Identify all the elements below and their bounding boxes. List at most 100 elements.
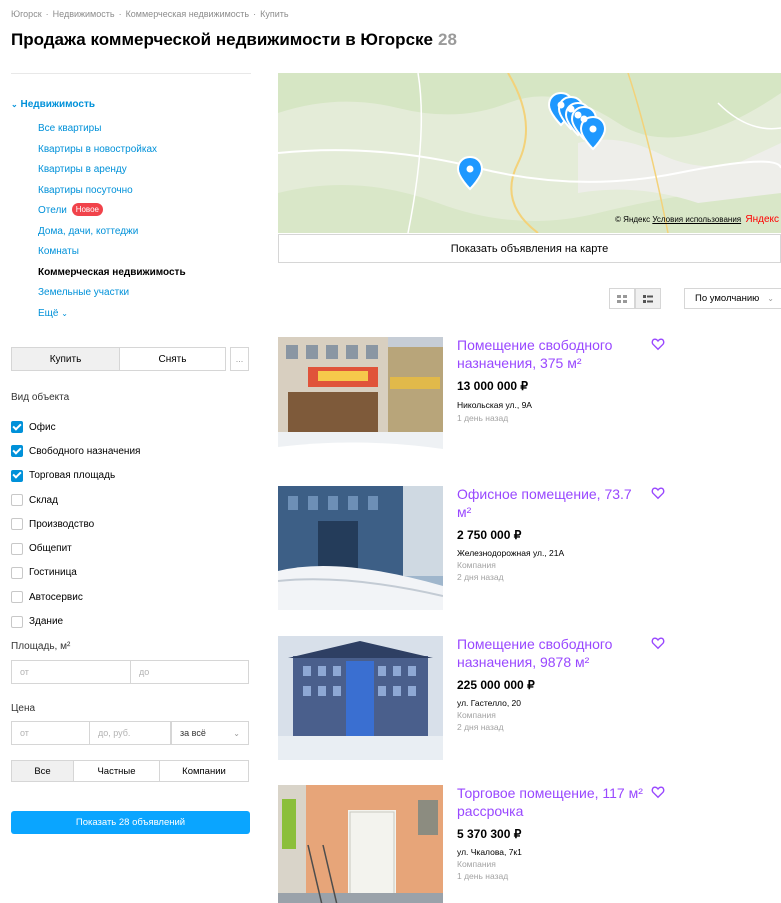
map-attribution: © Яндекс Условия использования Яндекс — [615, 214, 779, 225]
sidebar-item-rooms[interactable]: Комнаты — [38, 242, 186, 263]
object-type-label: Вид объекта — [11, 392, 70, 403]
checkbox-production[interactable]: Производство — [11, 512, 140, 536]
category-root-label: Недвижимость — [20, 99, 95, 110]
listing-time: 1 день назад — [457, 871, 509, 881]
owner-company-button[interactable]: Компании — [159, 760, 249, 782]
sidebar-divider — [11, 73, 251, 74]
price-range: за всё ⌄ — [11, 721, 249, 745]
price-to-input[interactable] — [89, 721, 171, 745]
checkbox-car-service[interactable]: Автосервис — [11, 585, 140, 609]
listing-title[interactable]: Офисное помещение, 73.7 м² — [457, 485, 647, 521]
listing-card[interactable]: Помещение свободного назначения, 375 м² … — [278, 337, 781, 461]
sidebar-item-all-flats[interactable]: Все квартиры — [38, 119, 186, 140]
checkbox-warehouse[interactable]: Склад — [11, 488, 140, 512]
listing-address: Никольская ул., 9А — [457, 400, 532, 410]
listing-photo[interactable] — [278, 486, 443, 610]
checkbox-building[interactable]: Здание — [11, 609, 140, 633]
checkbox-unchecked-icon — [11, 518, 23, 531]
sort-value: По умолчанию — [695, 293, 760, 304]
breadcrumb-item[interactable]: Югорск — [11, 9, 42, 19]
show-results-button[interactable]: Показать 28 объявлений — [11, 811, 250, 834]
checkbox-checked-icon — [11, 469, 23, 482]
listing-photo[interactable] — [278, 337, 443, 461]
checkbox-label: Торговая площадь — [29, 470, 116, 482]
list-view-button[interactable] — [635, 288, 661, 309]
owner-private-button[interactable]: Частные — [73, 760, 159, 782]
area-from-input[interactable] — [11, 660, 130, 684]
price-label: Цена — [11, 703, 36, 714]
listing-company: Компания — [457, 560, 496, 570]
breadcrumb-item[interactable]: Недвижимость — [53, 9, 115, 19]
results-count: 28 — [438, 30, 457, 49]
listing-photo-image — [278, 636, 443, 760]
checkbox-retail[interactable]: Торговая площадь — [11, 464, 140, 488]
listing-time: 2 дня назад — [457, 722, 504, 732]
breadcrumb-item: Купить — [260, 9, 289, 19]
listing-title[interactable]: Торговое помещение, 117 м² рассрочка — [457, 784, 647, 820]
checkbox-catering[interactable]: Общепит — [11, 536, 140, 560]
category-list: Все квартиры Квартиры в новостройках Ква… — [38, 119, 186, 324]
area-to-input[interactable] — [130, 660, 249, 684]
sidebar-item-houses[interactable]: Дома, дачи, коттеджи — [38, 222, 186, 243]
listing-card[interactable]: Торговое помещение, 117 м² рассрочка 5 3… — [278, 785, 781, 903]
listing-photo-image — [278, 486, 443, 610]
checkbox-label: Здание — [29, 616, 64, 628]
sidebar-item-flats-daily[interactable]: Квартиры посуточно — [38, 181, 186, 202]
price-from-input[interactable] — [11, 721, 89, 745]
rent-button[interactable]: Снять — [119, 347, 226, 371]
checkbox-checked-icon — [11, 445, 23, 458]
heart-icon[interactable] — [651, 337, 665, 351]
map[interactable]: © Яндекс Условия использования Яндекс — [278, 73, 781, 233]
breadcrumb-item[interactable]: Коммерческая недвижимость — [126, 9, 250, 19]
yandex-logo: Яндекс — [745, 214, 779, 225]
grid-icon — [617, 294, 627, 303]
show-on-map-button[interactable]: Показать объявления на карте — [278, 234, 781, 263]
listing-title[interactable]: Помещение свободного назначения, 375 м² — [457, 336, 647, 372]
sort-select[interactable]: По умолчанию ⌄ — [684, 288, 781, 309]
category-root[interactable]: ⌄ Недвижимость — [11, 99, 95, 110]
owner-type-toggle: Все Частные Компании — [11, 760, 249, 782]
price-period-select[interactable]: за всё ⌄ — [171, 721, 249, 745]
new-badge: Новое — [71, 203, 103, 216]
checkbox-hotel[interactable]: Гостиница — [11, 561, 140, 585]
sidebar-item-more[interactable]: Ещё ⌄ — [38, 304, 186, 325]
checkbox-free-purpose[interactable]: Свободного назначения — [11, 439, 140, 463]
heart-icon[interactable] — [651, 486, 665, 500]
price-period-value: за всё — [180, 728, 206, 738]
listing-photo[interactable] — [278, 785, 443, 903]
map-canvas — [278, 73, 781, 233]
listing-card[interactable]: Помещение свободного назначения, 9878 м²… — [278, 636, 781, 760]
sidebar-item-hotels[interactable]: Отели Новое — [38, 201, 186, 222]
view-toggle — [609, 288, 661, 309]
page-title-text: Продажа коммерческой недвижимости в Югор… — [11, 30, 433, 49]
chevron-down-icon: ⌄ — [61, 308, 68, 318]
object-type-list: Офис Свободного назначения Торговая площ… — [11, 415, 140, 634]
list-icon — [643, 294, 653, 303]
listing-photo[interactable] — [278, 636, 443, 760]
breadcrumb: Югорск · Недвижимость · Коммерческая недвижи… — [11, 9, 289, 19]
listing-title[interactable]: Помещение свободного назначения, 9878 м² — [457, 635, 647, 671]
heart-icon[interactable] — [651, 636, 665, 650]
sidebar-item-flats-rent[interactable]: Квартиры в аренду — [38, 160, 186, 181]
map-terms-link[interactable]: Условия использования — [652, 215, 741, 224]
listing-card[interactable]: Офисное помещение, 73.7 м² 2 750 000 ₽ Ж… — [278, 486, 781, 610]
checkbox-office[interactable]: Офис — [11, 415, 140, 439]
buy-button[interactable]: Купить — [11, 347, 119, 371]
listing-address: Железнодорожная ул., 21А — [457, 548, 565, 558]
sidebar-item-new-buildings[interactable]: Квартиры в новостройках — [38, 140, 186, 161]
listing-price: 2 750 000 ₽ — [457, 528, 522, 542]
deal-type-toggle: Купить Снять ... — [11, 347, 249, 371]
area-label: Площадь, м² — [11, 641, 71, 652]
checkbox-unchecked-icon — [11, 591, 23, 604]
checkbox-checked-icon — [11, 421, 23, 434]
heart-icon[interactable] — [651, 785, 665, 799]
grid-view-button[interactable] — [609, 288, 635, 309]
listing-time: 2 дня назад — [457, 572, 504, 582]
sidebar-item-commercial: Коммерческая недвижимость — [38, 266, 186, 278]
page-title: Продажа коммерческой недвижимости в Югор… — [11, 30, 457, 50]
sidebar-item-land[interactable]: Земельные участки — [38, 283, 186, 304]
owner-all-button[interactable]: Все — [11, 760, 73, 782]
listing-photo-image — [278, 785, 443, 903]
more-deal-options-button[interactable]: ... — [230, 347, 249, 371]
checkbox-unchecked-icon — [11, 566, 23, 579]
